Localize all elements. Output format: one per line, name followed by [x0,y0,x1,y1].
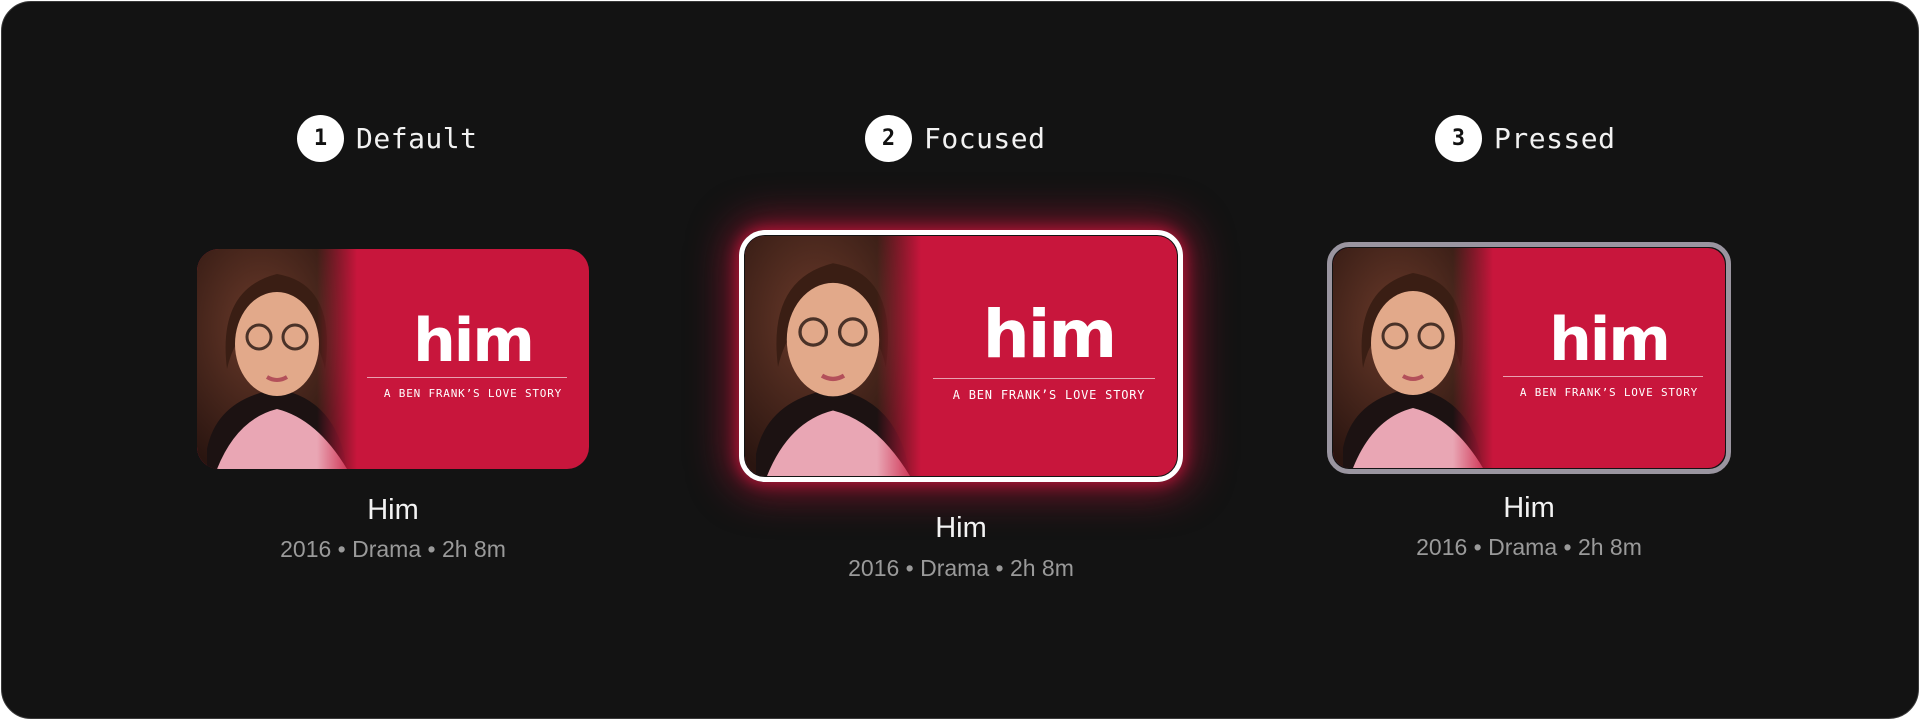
poster-logo: him [1549,305,1671,375]
movie-card-pressed[interactable]: him A BEN FRANK’S LOVE STORY [1333,248,1725,468]
state-label-focused: 2 Focused [865,114,1046,162]
poster-logo: him [982,296,1117,373]
poster-logo: him [413,306,535,376]
poster-divider [1503,376,1703,377]
poster-tagline: A BEN FRANK’S LOVE STORY [1519,386,1699,399]
state-label-pressed: 3 Pressed [1435,114,1616,162]
movie-meta: 2016 • Drama • 2h 8m [1416,534,1642,560]
movie-card-focused[interactable]: him A BEN FRANK’S LOVE STORY [745,236,1177,476]
poster-portrait-image [197,249,357,469]
movie-title: Him [935,512,987,544]
states-showcase-panel: 1 Default 2 Focused 3 Pressed him A BEN … [1,1,1919,719]
poster-divider [933,378,1155,379]
poster-portrait-image [1333,248,1493,468]
state-number-badge: 3 [1435,114,1482,162]
movie-meta: 2016 • Drama • 2h 8m [848,555,1074,581]
poster-portrait-image [745,236,921,476]
movie-card-default[interactable]: him A BEN FRANK’S LOVE STORY [197,249,589,469]
poster-tagline: A BEN FRANK’S LOVE STORY [383,387,563,400]
state-label-default: 1 Default [297,114,478,162]
state-number-badge: 1 [297,114,344,162]
poster-tagline: A BEN FRANK’S LOVE STORY [952,388,1146,402]
state-label-text: Pressed [1494,121,1616,155]
movie-title: Him [367,494,419,526]
state-number-badge: 2 [865,114,912,162]
state-label-text: Default [356,121,478,155]
state-label-text: Focused [924,121,1046,155]
movie-title: Him [1503,492,1555,524]
movie-meta: 2016 • Drama • 2h 8m [280,536,506,562]
poster-divider [367,377,567,378]
